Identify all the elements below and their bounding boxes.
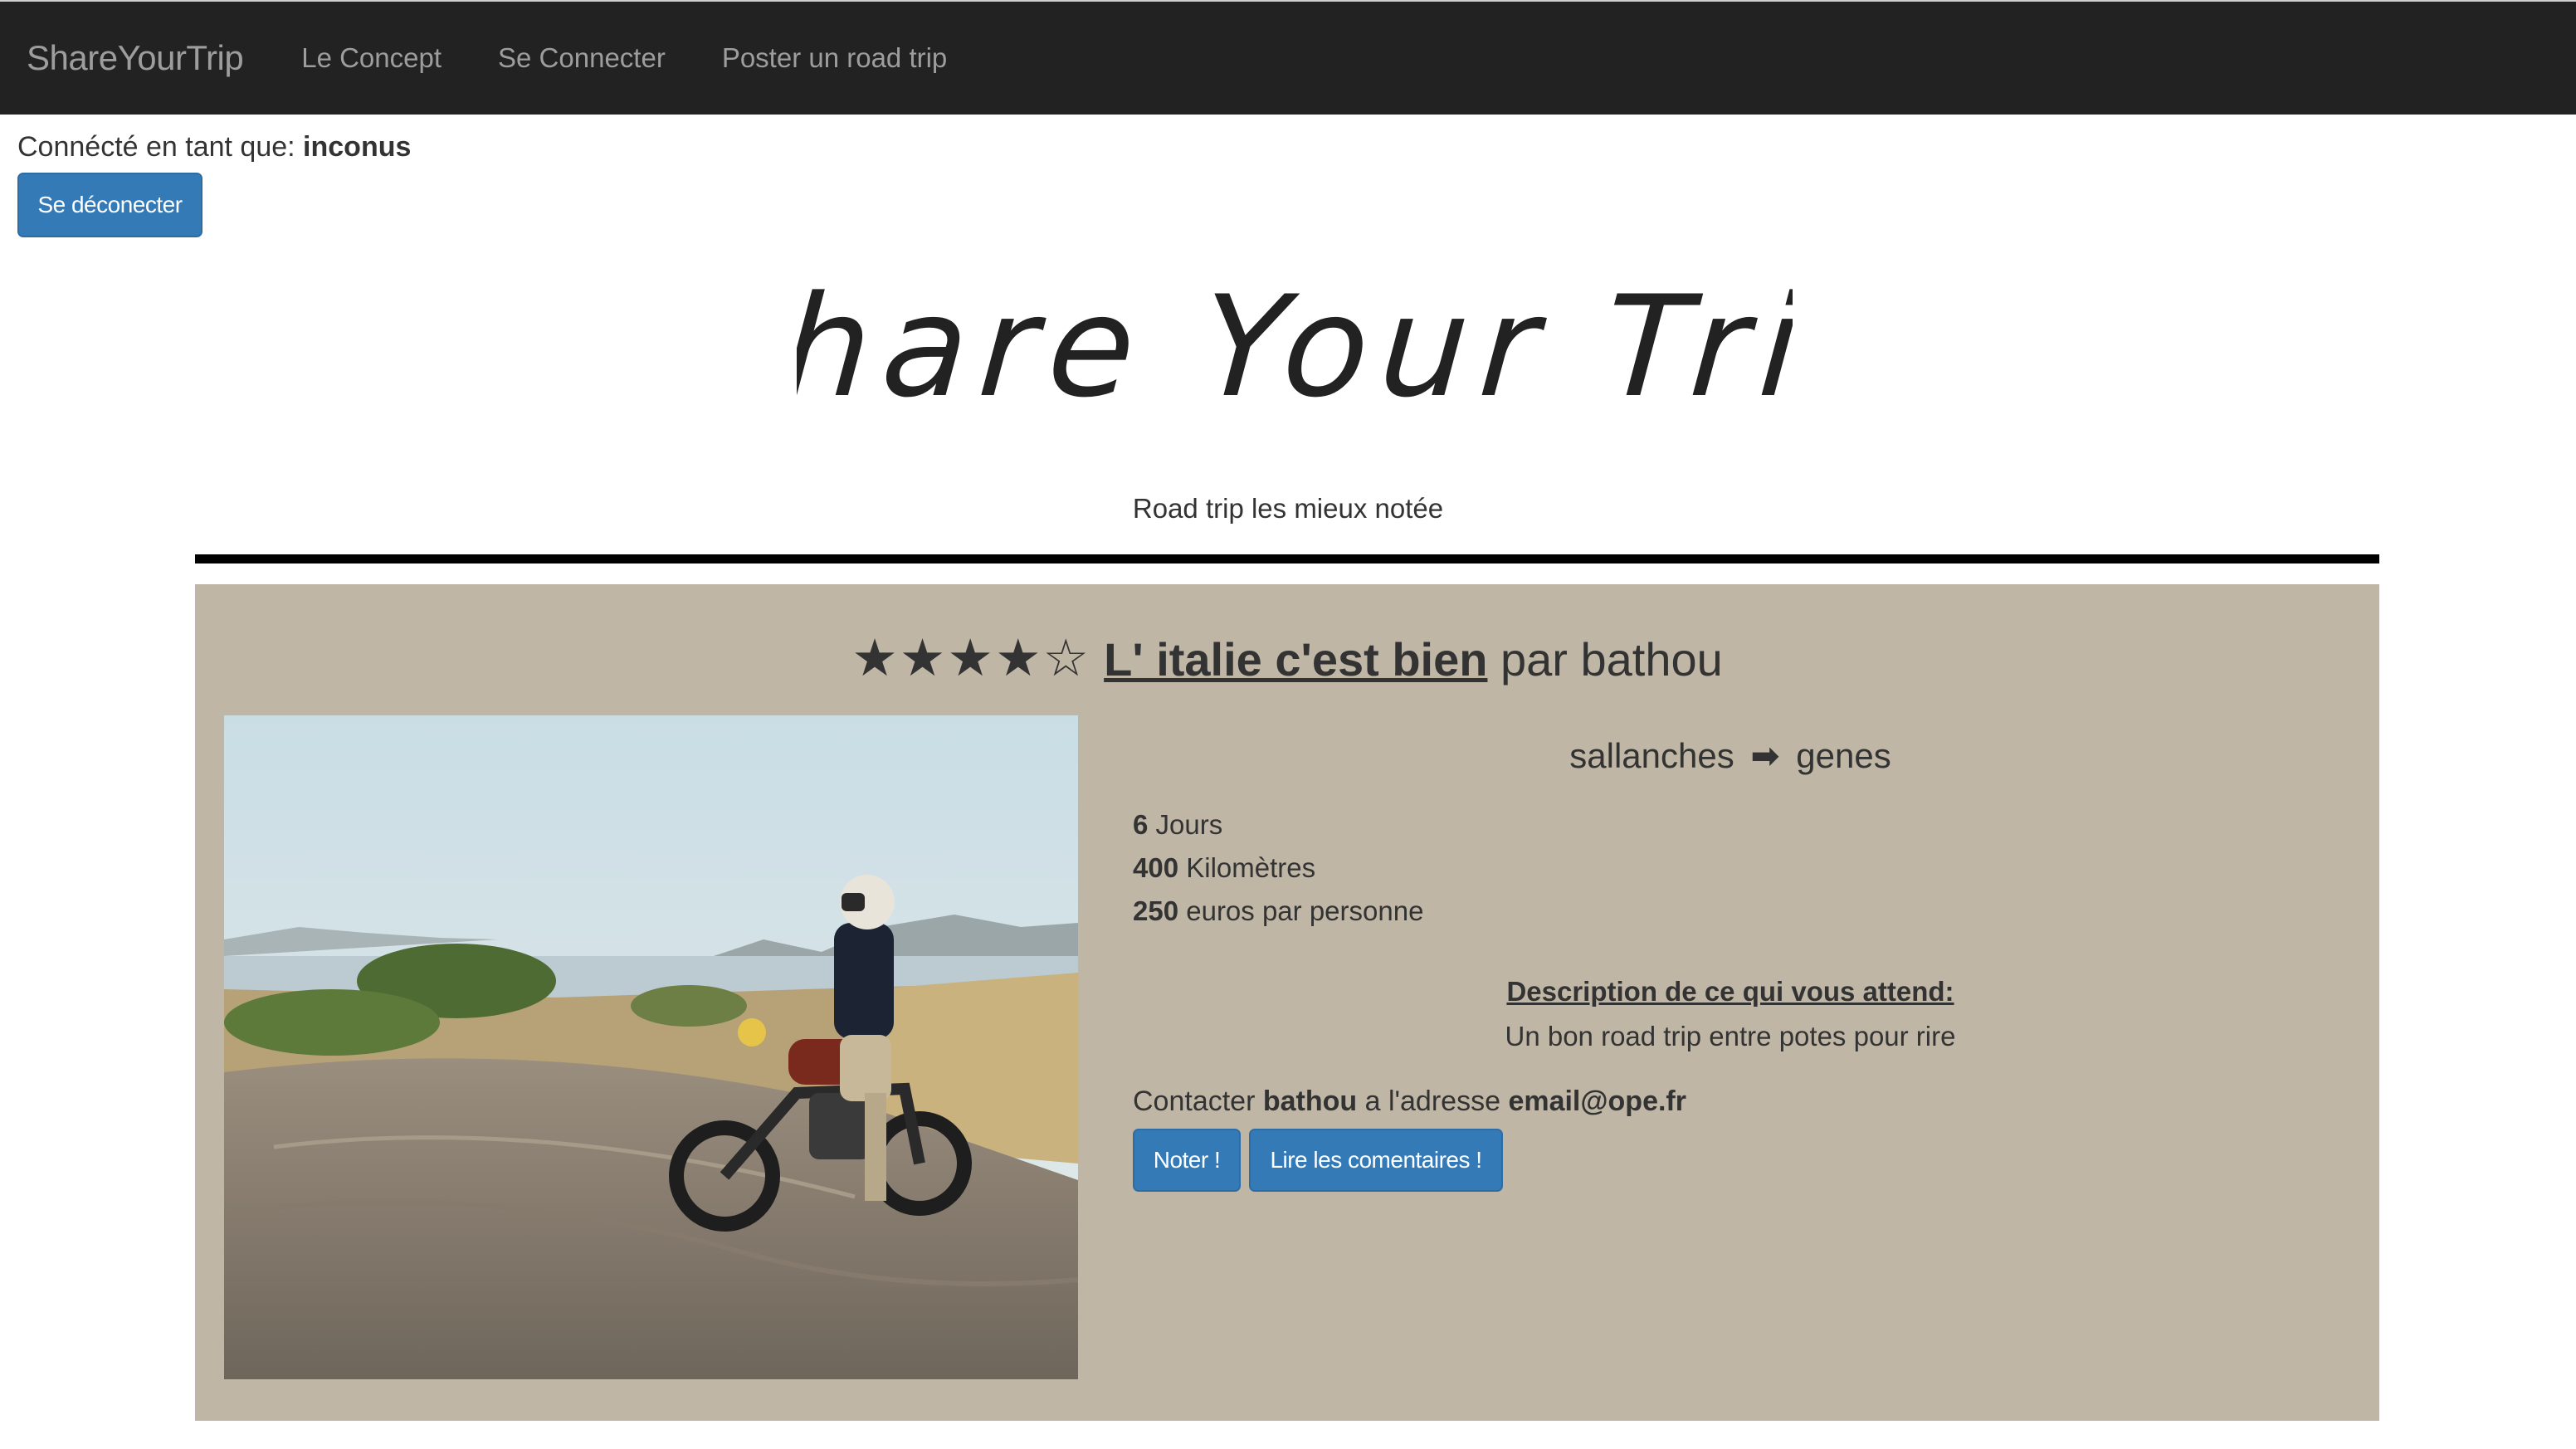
trip-route: sallanches ➡ genes: [1108, 735, 2353, 776]
contact-prefix: Contacter: [1133, 1086, 1256, 1117]
logout-button[interactable]: Se déconecter: [17, 173, 202, 237]
nav-link-login[interactable]: Se Connecter: [498, 42, 666, 74]
price-label: euros par personne: [1186, 895, 1424, 926]
trip-photo: [224, 715, 1078, 1379]
route-from: sallanches: [1569, 736, 1734, 775]
by-label: par: [1500, 633, 1568, 685]
rate-button[interactable]: Noter !: [1133, 1129, 1241, 1192]
section-divider: [195, 554, 2379, 564]
brand-link[interactable]: ShareYourTrip: [27, 38, 244, 78]
stat-duration: 6 Jours: [1133, 803, 1423, 846]
site-logo: Share Your Trip: [797, 266, 1793, 428]
nav-link-concept[interactable]: Le Concept: [301, 42, 442, 74]
duration-value: 6: [1133, 809, 1149, 840]
trip-card: ★★★★☆ L' italie c'est bien par bathou sa…: [195, 584, 2379, 1421]
distance-label: Kilomètres: [1186, 852, 1316, 883]
logged-in-status: Connécté en tant que: inconus: [17, 131, 411, 163]
rating-stars-icon: ★★★★☆: [851, 630, 1091, 687]
description-heading: Description de ce qui vous attend:: [1506, 976, 1954, 1007]
distance-value: 400: [1133, 852, 1179, 883]
trip-author: bathou: [1580, 633, 1723, 685]
contact-email: email@ope.fr: [1508, 1086, 1686, 1117]
trip-title-link[interactable]: L' italie c'est bien: [1104, 633, 1487, 685]
logo-text: Share Your Trip: [797, 266, 1793, 428]
contact-line: Contacter bathou a l'adresse email@ope.f…: [1133, 1086, 1686, 1118]
trip-stats: 6 Jours 400 Kilomètres 250 euros par per…: [1133, 803, 1423, 933]
price-value: 250: [1133, 895, 1179, 926]
route-to: genes: [1796, 736, 1891, 775]
trip-title-row: ★★★★☆ L' italie c'est bien par bathou: [195, 627, 2379, 688]
logged-in-username: inconus: [303, 131, 412, 163]
description-text: Un bon road trip entre potes pour rire: [1505, 1021, 1956, 1051]
stat-distance: 400 Kilomètres: [1133, 846, 1423, 890]
stat-price: 250 euros par personne: [1133, 890, 1423, 933]
logged-in-label: Connécté en tant que:: [17, 131, 295, 163]
read-comments-button[interactable]: Lire les comentaires !: [1249, 1129, 1503, 1192]
duration-label: Jours: [1155, 809, 1223, 840]
arrow-right-icon: ➡: [1750, 736, 1780, 775]
contact-middle: a l'adresse: [1364, 1086, 1500, 1117]
top-navbar: ShareYourTrip Le Concept Se Connecter Po…: [0, 0, 2576, 115]
nav-link-post-trip[interactable]: Poster un road trip: [722, 42, 947, 74]
contact-name: bathou: [1262, 1086, 1358, 1117]
page-subtitle: Road trip les mieux notée: [1132, 493, 1444, 524]
